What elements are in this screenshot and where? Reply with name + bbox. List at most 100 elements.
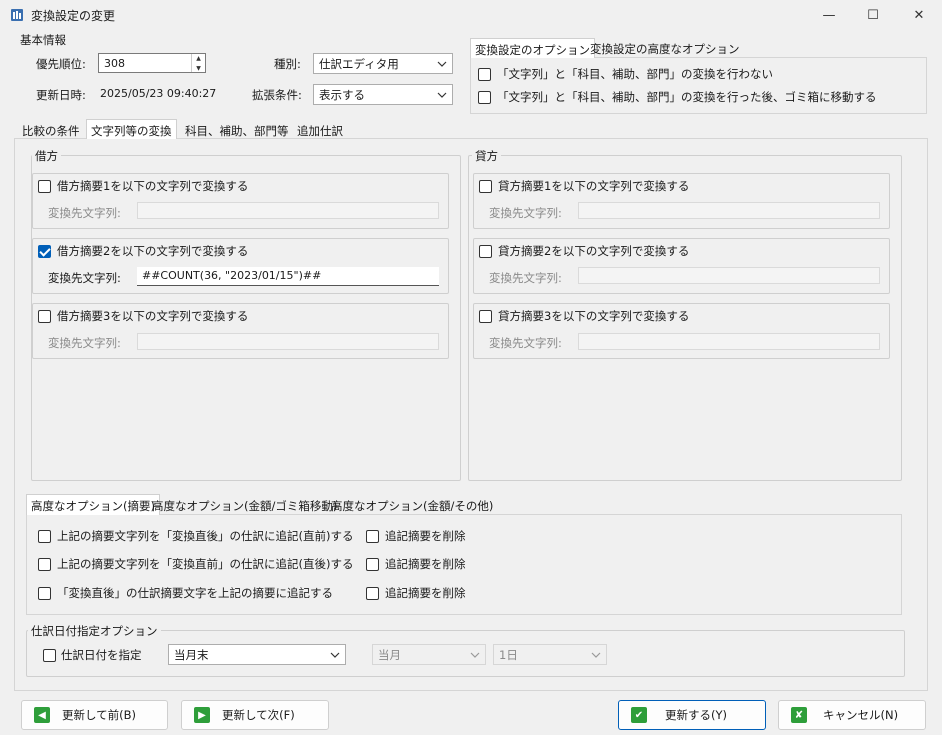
- credit-row-2-label: 貸方摘要2を以下の文字列で変換する: [498, 244, 690, 258]
- option-move-trash[interactable]: 「文字列」と「科目、補助、部門」の変換を行った後、ゴミ箱に移動する: [478, 89, 877, 105]
- adv-left-3[interactable]: 「変換直後」の仕訳摘要文字を上記の摘要に追記する: [38, 585, 333, 601]
- window-title: 変換設定の変更: [31, 9, 116, 23]
- debit-row-3-toggle[interactable]: 借方摘要3を以下の文字列で変換する: [38, 308, 248, 324]
- basic-group-title: 基本情報: [20, 33, 66, 47]
- tab-string-conversion[interactable]: 文字列等の変換: [86, 119, 177, 139]
- debit-row-3-field-label: 変換先文字列:: [48, 336, 121, 350]
- adv-left-2-label: 上記の摘要文字列を「変換直前」の仕訳に追記(直後)する: [57, 557, 354, 571]
- debit-row-2-label: 借方摘要2を以下の文字列で変換する: [57, 244, 249, 258]
- priority-label: 優先順位:: [36, 57, 86, 71]
- option-no-convert-checkbox[interactable]: [478, 67, 491, 81]
- option-no-convert-label: 「文字列」と「科目、補助、部門」の変換を行わない: [497, 67, 773, 81]
- tab-advanced-amount-other[interactable]: 高度なオプション(金額/その他): [328, 498, 496, 514]
- adv-right-1-checkbox[interactable]: [366, 529, 379, 543]
- date-select-1-value: 当月末: [174, 647, 209, 662]
- tab-advanced-summary[interactable]: 高度なオプション(摘要): [26, 494, 160, 515]
- minimize-icon: —: [822, 7, 836, 23]
- update-next-button[interactable]: ▶ 更新して次(F): [181, 700, 329, 730]
- credit-row-1-toggle[interactable]: 貸方摘要1を以下の文字列で変換する: [479, 178, 689, 194]
- close-button[interactable]: ✕: [896, 0, 942, 30]
- adv-left-2-checkbox[interactable]: [38, 557, 51, 571]
- arrow-right-icon: ▶: [194, 707, 210, 723]
- tab-compare-conditions[interactable]: 比較の条件: [19, 123, 83, 139]
- credit-row-2-checkbox[interactable]: [479, 244, 492, 258]
- debit-row-1-toggle[interactable]: 借方摘要1を以下の文字列で変換する: [38, 178, 248, 194]
- debit-row-3-input[interactable]: [137, 333, 439, 350]
- debit-row-3-checkbox[interactable]: [38, 309, 51, 323]
- type-label: 種別:: [274, 57, 301, 71]
- spin-down-icon[interactable]: ▼: [192, 63, 205, 72]
- tab-additional-entry[interactable]: 追加仕訳: [294, 123, 346, 139]
- cancel-label: キャンセル(N): [823, 708, 899, 722]
- date-specify-label: 仕訳日付を指定: [61, 648, 142, 662]
- date-specify-checkbox[interactable]: [43, 648, 56, 662]
- option-no-convert[interactable]: 「文字列」と「科目、補助、部門」の変換を行わない: [478, 66, 773, 82]
- update-prev-button[interactable]: ◀ 更新して前(B): [21, 700, 168, 730]
- debit-row-2-toggle[interactable]: 借方摘要2を以下の文字列で変換する: [38, 243, 248, 259]
- type-select[interactable]: 仕訳エディタ用: [313, 53, 453, 74]
- priority-spinner[interactable]: 308 ▲ ▼: [98, 53, 206, 73]
- type-value: 仕訳エディタ用: [319, 56, 399, 71]
- adv-right-2[interactable]: 追記摘要を削除: [366, 556, 466, 572]
- close-icon: ✕: [913, 7, 925, 23]
- tab-conversion-options[interactable]: 変換設定のオプション: [470, 38, 595, 58]
- adv-right-1[interactable]: 追記摘要を削除: [366, 528, 466, 544]
- date-specify-toggle[interactable]: 仕訳日付を指定: [43, 647, 142, 663]
- credit-row-3-input[interactable]: [578, 333, 880, 350]
- debit-row-1-checkbox[interactable]: [38, 179, 51, 193]
- spinner-arrows[interactable]: ▲ ▼: [191, 54, 205, 72]
- tab-advanced-conversion-options[interactable]: 変換設定の高度なオプション: [587, 41, 743, 57]
- maximize-icon: ☐: [867, 7, 879, 23]
- ext-label: 拡張条件:: [252, 88, 302, 102]
- updated-value: 2025/05/23 09:40:27: [100, 87, 217, 100]
- adv-left-1-checkbox[interactable]: [38, 529, 51, 543]
- option-move-trash-label: 「文字列」と「科目、補助、部門」の変換を行った後、ゴミ箱に移動する: [497, 90, 877, 104]
- arrow-left-icon: ◀: [34, 707, 50, 723]
- debit-row-1-label: 借方摘要1を以下の文字列で変換する: [57, 179, 249, 193]
- chevron-down-icon: [437, 61, 447, 67]
- date-select-1[interactable]: 当月末: [168, 644, 346, 665]
- debit-row-2-field-label: 変換先文字列:: [48, 271, 121, 285]
- adv-right-2-label: 追記摘要を削除: [385, 557, 466, 571]
- credit-row-3-checkbox[interactable]: [479, 309, 492, 323]
- adv-left-1-label: 上記の摘要文字列を「変換直後」の仕訳に追記(直前)する: [57, 529, 354, 543]
- adv-left-2[interactable]: 上記の摘要文字列を「変換直前」の仕訳に追記(直後)する: [38, 556, 353, 572]
- debit-row-1-field-label: 変換先文字列:: [48, 206, 121, 220]
- adv-right-3-label: 追記摘要を削除: [385, 586, 466, 600]
- update-label: 更新する(Y): [665, 708, 727, 722]
- chevron-down-icon: [437, 92, 447, 98]
- option-move-trash-checkbox[interactable]: [478, 90, 491, 104]
- minimize-button[interactable]: —: [806, 0, 852, 30]
- spin-up-icon[interactable]: ▲: [192, 54, 205, 63]
- debit-row-2-input[interactable]: ##COUNT(36, "2023/01/15")##: [137, 267, 439, 286]
- update-button[interactable]: ✔ 更新する(Y): [618, 700, 766, 730]
- date-select-2-value: 当月: [378, 647, 401, 662]
- credit-row-1-label: 貸方摘要1を以下の文字列で変換する: [498, 179, 690, 193]
- adv-right-2-checkbox[interactable]: [366, 557, 379, 571]
- cancel-button[interactable]: ✘ キャンセル(N): [778, 700, 926, 730]
- credit-row-1-checkbox[interactable]: [479, 179, 492, 193]
- update-prev-label: 更新して前(B): [62, 708, 137, 722]
- adv-left-1[interactable]: 上記の摘要文字列を「変換直後」の仕訳に追記(直前)する: [38, 528, 353, 544]
- adv-right-3-checkbox[interactable]: [366, 586, 379, 600]
- cancel-x-icon: ✘: [791, 707, 807, 723]
- date-select-3-value: 1日: [499, 647, 518, 662]
- update-next-label: 更新して次(F): [222, 708, 295, 722]
- credit-row-3-toggle[interactable]: 貸方摘要3を以下の文字列で変換する: [479, 308, 689, 324]
- credit-row-2-input[interactable]: [578, 267, 880, 284]
- credit-row-2-toggle[interactable]: 貸方摘要2を以下の文字列で変換する: [479, 243, 689, 259]
- credit-row-1-field-label: 変換先文字列:: [489, 206, 562, 220]
- ext-value: 表示する: [319, 87, 365, 102]
- date-select-2[interactable]: 当月: [372, 644, 486, 665]
- maximize-button[interactable]: ☐: [850, 0, 896, 30]
- debit-row-1-input[interactable]: [137, 202, 439, 219]
- credit-row-1-input[interactable]: [578, 202, 880, 219]
- adv-left-3-checkbox[interactable]: [38, 586, 51, 600]
- date-select-3[interactable]: 1日: [493, 644, 607, 665]
- tab-accounts[interactable]: 科目、補助、部門等: [182, 123, 292, 139]
- ext-select[interactable]: 表示する: [313, 84, 453, 105]
- adv-right-3[interactable]: 追記摘要を削除: [366, 585, 466, 601]
- debit-row-2-checkbox[interactable]: [38, 244, 51, 258]
- chevron-down-icon: [330, 652, 340, 658]
- tab-advanced-amount-trash[interactable]: 高度なオプション(金額/ゴミ箱移動): [149, 498, 340, 514]
